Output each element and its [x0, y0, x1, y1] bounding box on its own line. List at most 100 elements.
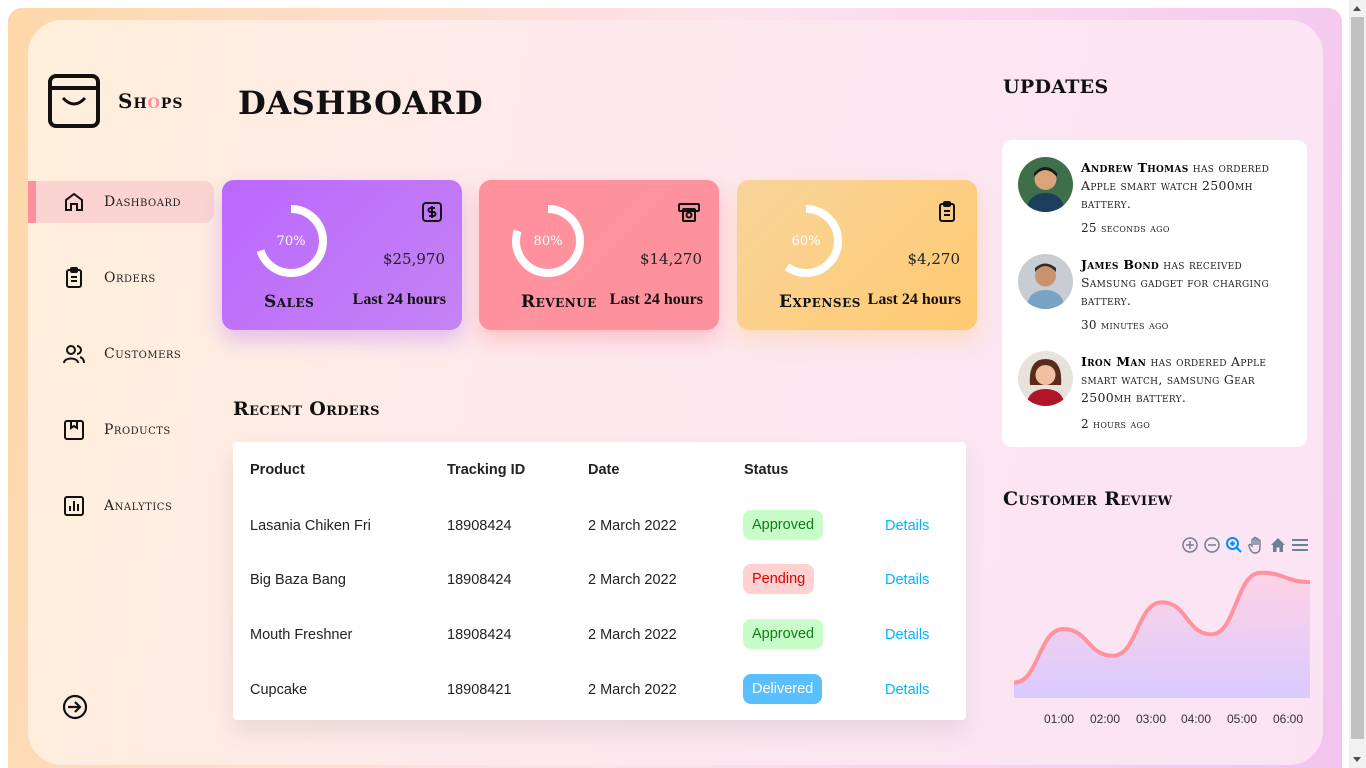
clipboard-icon — [939, 201, 955, 222]
revenue-value: $14,270 — [639, 250, 702, 268]
details-link[interactable]: Details — [885, 518, 929, 534]
sales-percent: 70% — [276, 233, 306, 249]
sidebar-item-label: Analytics — [104, 498, 173, 514]
zoom-out-icon[interactable] — [1203, 536, 1221, 554]
status-badge: Pending — [743, 564, 815, 594]
recent-orders-title: Recent Orders — [233, 398, 380, 420]
expenses-card[interactable]: 60% Expenses $4,270 Last 24 hours — [737, 180, 977, 330]
sales-value: $25,970 — [382, 250, 445, 268]
column-header-status: Status — [744, 462, 789, 478]
sidebar: Dashboard Orders Customers Products Anal… — [28, 181, 214, 561]
sidebar-item-products[interactable]: Products — [28, 409, 214, 451]
update-user-name: James Bond — [1081, 257, 1160, 272]
users-icon — [63, 345, 85, 364]
order-tracking-id: 18908424 — [447, 572, 512, 588]
order-product: Lasania Chiken Fri — [250, 518, 371, 534]
update-user-name: Iron Man — [1081, 354, 1147, 369]
sidebar-item-label: Customers — [104, 346, 182, 362]
update-time: 25 seconds ago — [1081, 221, 1170, 235]
revenue-percent: 80% — [533, 233, 563, 249]
sidebar-item-label: Dashboard — [104, 194, 182, 210]
order-tracking-id: 18908424 — [447, 627, 512, 643]
sales-period: Last 24 hours — [352, 291, 446, 308]
status-badge: Approved — [743, 619, 824, 649]
x-tick-label: 06:00 — [1273, 712, 1304, 726]
status-badge: Approved — [743, 510, 824, 540]
update-time: 30 minutes ago — [1081, 318, 1169, 332]
order-product: Cupcake — [250, 682, 308, 698]
revenue-card-title: Revenue — [521, 292, 597, 312]
table-header: Product Tracking ID Date Status — [233, 454, 966, 488]
sidebar-item-dashboard[interactable]: Dashboard — [28, 181, 214, 223]
logo: Shops — [48, 74, 184, 128]
order-tracking-id: 18908424 — [447, 518, 512, 534]
x-tick-label: 04:00 — [1181, 712, 1212, 726]
logo-text: Shops — [118, 89, 184, 113]
revenue-card[interactable]: 80% Revenue $14,270 Last 24 hours — [479, 180, 719, 330]
details-link[interactable]: Details — [885, 682, 929, 698]
sidebar-item-label: Orders — [104, 270, 156, 286]
avatar — [1018, 157, 1073, 212]
bar-chart-icon — [64, 496, 84, 516]
update-user-name: Andrew Thomas — [1081, 160, 1189, 175]
recent-orders-table: Product Tracking ID Date Status Lasania … — [233, 442, 966, 720]
table-row: Lasania Chiken Fri 18908424 2 March 2022… — [233, 510, 966, 544]
revenue-period: Last 24 hours — [609, 291, 703, 308]
order-date: 2 March 2022 — [588, 518, 677, 534]
updates-panel: Andrew Thomas has ordered Apple smart wa… — [1002, 140, 1307, 447]
shopping-bag-icon — [48, 74, 100, 128]
details-link[interactable]: Details — [885, 627, 929, 643]
customer-review-title: Customer Review — [1003, 488, 1173, 510]
expenses-period: Last 24 hours — [867, 291, 961, 308]
review-series-area — [1014, 572, 1310, 698]
scroll-down-arrow-icon[interactable] — [1353, 757, 1361, 762]
money-icon — [678, 203, 700, 222]
avatar — [1018, 254, 1073, 309]
sidebar-item-customers[interactable]: Customers — [28, 333, 214, 375]
expenses-card-title: Expenses — [779, 292, 861, 312]
update-time: 2 hours ago — [1081, 417, 1151, 431]
search-zoom-icon[interactable] — [1225, 536, 1243, 554]
order-date: 2 March 2022 — [588, 682, 677, 698]
column-header-date: Date — [588, 462, 620, 478]
expenses-value: $4,270 — [907, 250, 961, 268]
x-tick-label: 03:00 — [1136, 712, 1167, 726]
order-product: Big Baza Bang — [250, 572, 346, 588]
scrollbar-thumb[interactable] — [1351, 17, 1364, 739]
sales-card-title: Sales — [264, 292, 315, 312]
sidebar-item-analytics[interactable]: Analytics — [28, 485, 214, 527]
x-tick-label: 01:00 — [1044, 712, 1075, 726]
menu-icon[interactable] — [1291, 536, 1309, 554]
package-icon — [64, 420, 84, 440]
expenses-percent: 60% — [791, 233, 821, 249]
zoom-in-icon[interactable] — [1181, 536, 1199, 554]
updates-title: UPDATES — [1003, 76, 1109, 98]
table-row: Cupcake 18908421 2 March 2022 Delivered … — [233, 674, 966, 708]
dollar-icon — [422, 202, 442, 222]
sidebar-item-label: Products — [104, 422, 171, 438]
status-badge: Delivered — [743, 674, 823, 704]
order-date: 2 March 2022 — [588, 627, 677, 643]
sidebar-item-orders[interactable]: Orders — [28, 257, 214, 299]
page-scrollbar[interactable] — [1349, 0, 1366, 768]
order-date: 2 March 2022 — [588, 572, 677, 588]
table-row: Mouth Freshner 18908424 2 March 2022 App… — [233, 619, 966, 653]
x-tick-label: 02:00 — [1090, 712, 1121, 726]
chart-toolbar — [1181, 536, 1309, 554]
table-row: Big Baza Bang 18908424 2 March 2022 Pend… — [233, 564, 966, 598]
clipboard-icon — [66, 267, 82, 288]
column-header-product: Product — [250, 462, 305, 478]
details-link[interactable]: Details — [885, 572, 929, 588]
page-title: DASHBOARD — [238, 84, 484, 122]
order-tracking-id: 18908421 — [447, 682, 512, 698]
pan-hand-icon[interactable] — [1247, 536, 1265, 554]
x-tick-label: 05:00 — [1227, 712, 1258, 726]
sales-card[interactable]: 70% Sales $25,970 Last 24 hours — [222, 180, 462, 330]
scroll-up-arrow-icon[interactable] — [1353, 6, 1361, 11]
avatar — [1018, 351, 1073, 406]
column-header-tracking: Tracking ID — [447, 462, 526, 478]
sign-out-icon[interactable] — [62, 694, 88, 720]
home-icon — [65, 192, 83, 211]
home-reset-icon[interactable] — [1269, 536, 1287, 554]
order-product: Mouth Freshner — [250, 627, 353, 643]
